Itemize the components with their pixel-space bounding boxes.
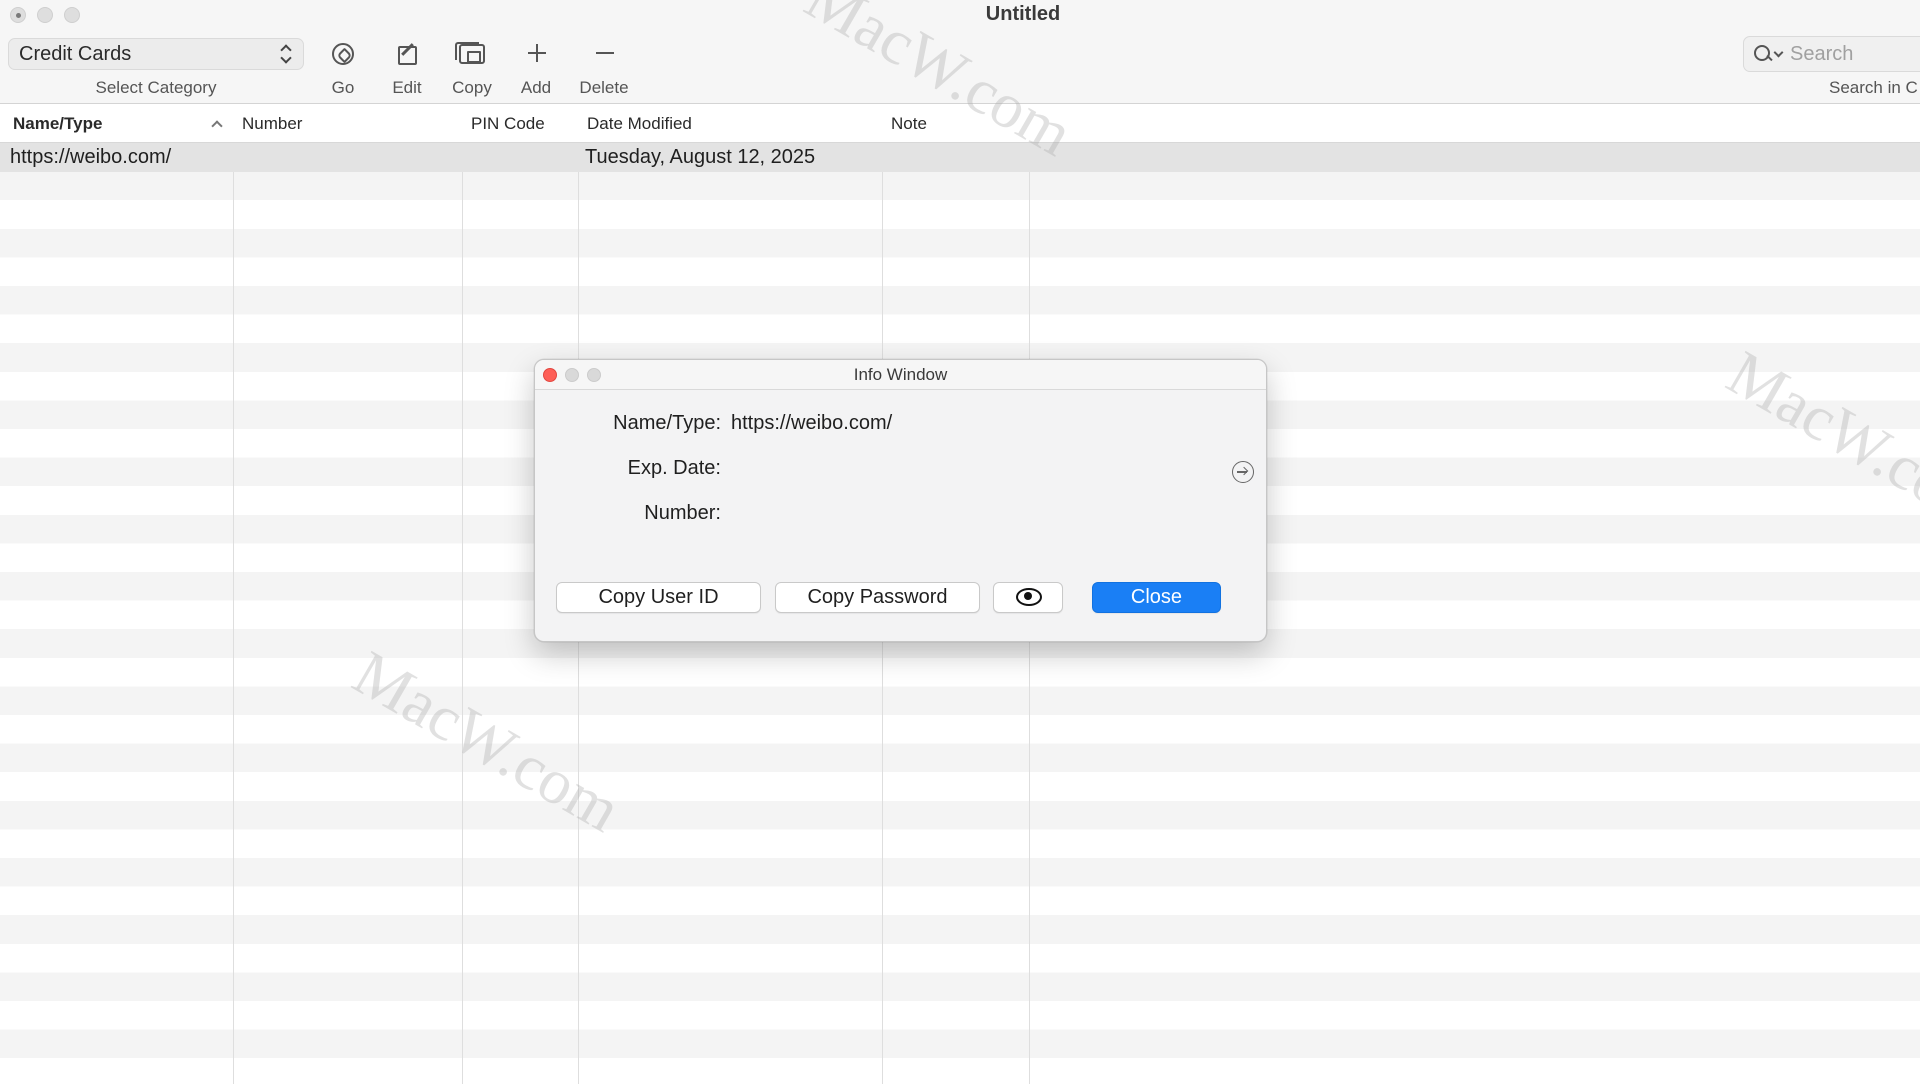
search-options-chevron-icon[interactable] — [1774, 49, 1784, 59]
cell-date-modified: Tuesday, August 12, 2025 — [585, 146, 816, 168]
column-divider[interactable] — [233, 105, 234, 1084]
add-button[interactable]: Add — [501, 38, 571, 98]
search-field[interactable] — [1743, 36, 1920, 72]
column-header-pin-code[interactable]: PIN Code — [471, 105, 545, 143]
column-header-name-type[interactable]: Name/Type — [13, 105, 102, 143]
name-type-label: Name/Type: — [613, 412, 721, 434]
compass-icon — [332, 43, 354, 65]
search-caption: Search in C — [1829, 78, 1918, 97]
go-label: Go — [331, 78, 355, 97]
close-button[interactable]: Close — [1092, 582, 1221, 613]
info-window-zoom-button[interactable] — [587, 368, 601, 382]
edit-label: Edit — [392, 78, 422, 97]
search-input[interactable] — [1790, 42, 1920, 66]
info-window-minimize-button[interactable] — [565, 368, 579, 382]
copy-lock-icon — [455, 42, 485, 64]
column-header-note[interactable]: Note — [891, 105, 927, 143]
info-window-close-button[interactable] — [543, 368, 557, 382]
info-window-controls — [543, 368, 601, 382]
number-label: Number: — [644, 502, 721, 524]
open-link-arrow-icon[interactable] — [1232, 461, 1254, 483]
sort-ascending-icon — [211, 120, 223, 132]
copy-user-id-button[interactable]: Copy User ID — [556, 582, 761, 613]
category-select[interactable]: Credit Cards — [8, 38, 304, 70]
column-divider[interactable] — [462, 105, 463, 1084]
go-button[interactable]: Go — [308, 38, 378, 98]
info-window-title: Info Window — [853, 365, 948, 384]
name-type-value: https://weibo.com/ — [731, 412, 893, 434]
edit-icon — [398, 46, 417, 65]
info-window-dialog: Info Window Name/Type: https://weibo.com… — [534, 359, 1267, 642]
copy-password-button[interactable]: Copy Password — [775, 582, 980, 613]
delete-button[interactable]: Delete — [569, 38, 639, 98]
delete-label: Delete — [579, 78, 629, 97]
add-label: Add — [520, 78, 552, 97]
copy-label: Copy — [452, 78, 492, 97]
window-title: Untitled — [985, 3, 1061, 25]
table-header: Name/Type Number PIN Code Date Modified … — [0, 105, 1920, 143]
cell-name-type: https://weibo.com/ — [10, 146, 172, 168]
table-row[interactable]: https://weibo.com/ Tuesday, August 12, 2… — [0, 143, 1920, 172]
minus-icon — [596, 44, 614, 62]
category-caption: Select Category — [95, 78, 217, 97]
eye-icon — [1015, 588, 1042, 607]
column-header-number[interactable]: Number — [242, 105, 302, 143]
reveal-password-button[interactable] — [993, 582, 1063, 613]
exp-date-label: Exp. Date: — [627, 457, 721, 479]
chevron-up-down-icon — [279, 43, 293, 65]
info-window-titlebar[interactable]: Info Window — [535, 360, 1266, 390]
copy-button[interactable]: Copy — [437, 38, 507, 98]
category-select-value: Credit Cards — [19, 42, 132, 65]
plus-icon — [528, 44, 546, 62]
column-header-date-modified[interactable]: Date Modified — [587, 105, 692, 143]
toolbar: Untitled Credit Cards Select Category Go… — [0, 0, 1920, 104]
edit-button[interactable]: Edit — [372, 38, 442, 98]
